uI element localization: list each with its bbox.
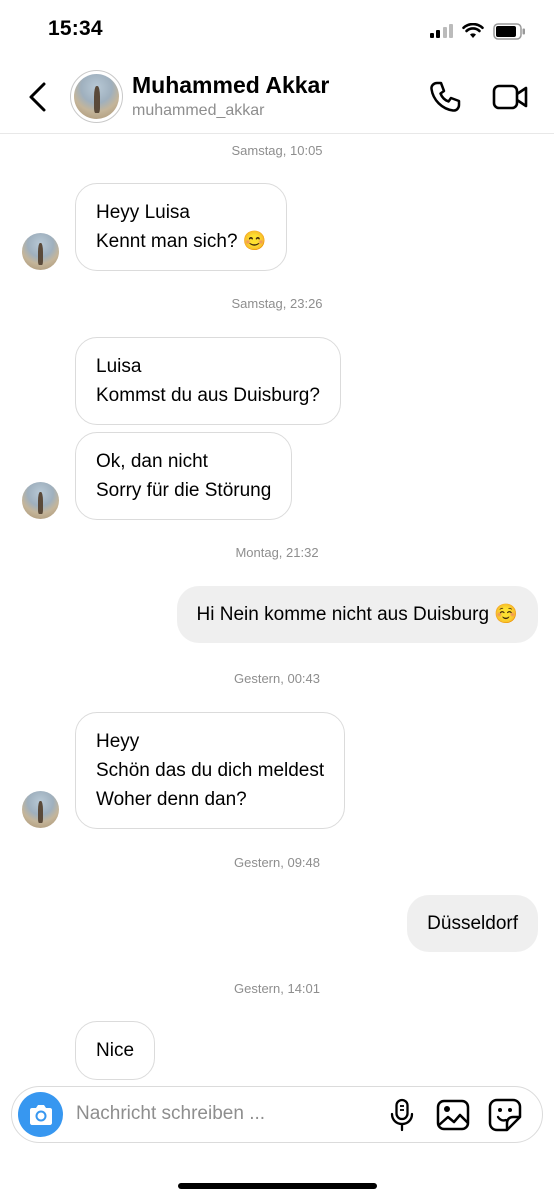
message-composer: [11, 1086, 543, 1143]
image-icon[interactable]: [436, 1098, 470, 1132]
incoming-message-bubble[interactable]: Nice: [75, 1021, 156, 1080]
contact-handle: muhammed_akkar: [132, 102, 265, 119]
message-timestamp: Gestern, 09:48: [234, 855, 320, 870]
cellular-signal-icon: [429, 24, 453, 38]
microphone-icon[interactable]: [388, 1098, 416, 1132]
outgoing-message-bubble[interactable]: Düsseldorf: [407, 895, 538, 952]
message-input[interactable]: [76, 1101, 376, 1127]
outgoing-message-bubble[interactable]: Hi Nein komme nicht aus Duisburg ☺️: [176, 586, 538, 643]
message-timestamp: Gestern, 00:43: [234, 671, 320, 686]
video-camera-icon[interactable]: [492, 80, 528, 114]
camera-button[interactable]: [18, 1092, 63, 1137]
incoming-message-bubble[interactable]: Luisa Kommst du aus Duisburg?: [75, 337, 341, 425]
message-timestamp: Samstag, 23:26: [231, 296, 323, 311]
incoming-message-bubble[interactable]: Heyy Schön das du dich meldest Woher den…: [75, 712, 346, 829]
home-indicator[interactable]: [178, 1183, 377, 1189]
sticker-icon[interactable]: [488, 1098, 522, 1132]
sender-avatar[interactable]: [22, 233, 59, 270]
camera-icon: [29, 1104, 52, 1125]
incoming-message-bubble[interactable]: Heyy Luisa Kennt man sich? 😊: [75, 183, 288, 271]
sender-avatar[interactable]: [22, 791, 59, 828]
message-timestamp: Samstag, 10:05: [231, 143, 323, 158]
phone-icon[interactable]: [428, 80, 462, 114]
battery-icon: [493, 22, 525, 40]
wifi-icon: [462, 23, 484, 38]
message-timestamp: Gestern, 14:01: [234, 981, 320, 996]
incoming-message-bubble[interactable]: Ok, dan nicht Sorry für die Störung: [75, 432, 293, 520]
chevron-left-icon[interactable]: [24, 80, 52, 114]
message-timestamp: Montag, 21:32: [235, 545, 319, 560]
contact-avatar[interactable]: [70, 70, 123, 123]
contact-name[interactable]: Muhammed Akkar: [132, 72, 329, 99]
status-bar: 15:34: [0, 0, 554, 60]
chat-header: Muhammed Akkar muhammed_akkar: [0, 60, 554, 134]
status-time: 15:34: [48, 17, 103, 40]
sender-avatar[interactable]: [22, 482, 59, 519]
status-icons: [429, 20, 527, 42]
